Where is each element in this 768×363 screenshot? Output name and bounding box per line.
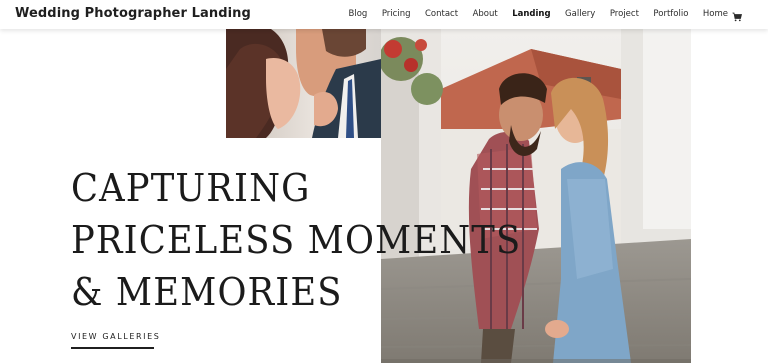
couple-kiss-photo	[226, 29, 381, 138]
shopping-cart-icon[interactable]	[732, 9, 743, 22]
nav-item-home[interactable]: Home	[703, 9, 728, 19]
hero-headline-line2: PRICELESS MOMENTS	[71, 218, 522, 262]
nav-item-contact[interactable]: Contact	[425, 9, 458, 19]
nav-item-landing[interactable]: Landing	[512, 9, 550, 19]
main-nav: Blog Pricing Contact About Landing Galle…	[334, 9, 728, 19]
site-title[interactable]: Wedding Photographer Landing	[15, 6, 251, 21]
view-galleries-button[interactable]: VIEW GALLERIES	[71, 332, 160, 341]
couple-street-photo	[381, 29, 691, 363]
nav-item-gallery[interactable]: Gallery	[565, 9, 595, 19]
hero-headline-line1: CAPTURING	[71, 166, 311, 210]
nav-item-about[interactable]: About	[473, 9, 498, 19]
site-header: Wedding Photographer Landing Blog Pricin…	[0, 0, 768, 29]
cta-underline	[71, 347, 154, 349]
nav-item-blog[interactable]: Blog	[349, 9, 368, 19]
nav-item-project[interactable]: Project	[610, 9, 639, 19]
nav-item-pricing[interactable]: Pricing	[382, 9, 411, 19]
nav-item-portfolio[interactable]: Portfolio	[653, 9, 688, 19]
hero-headline-line3: & MEMORIES	[71, 270, 343, 314]
